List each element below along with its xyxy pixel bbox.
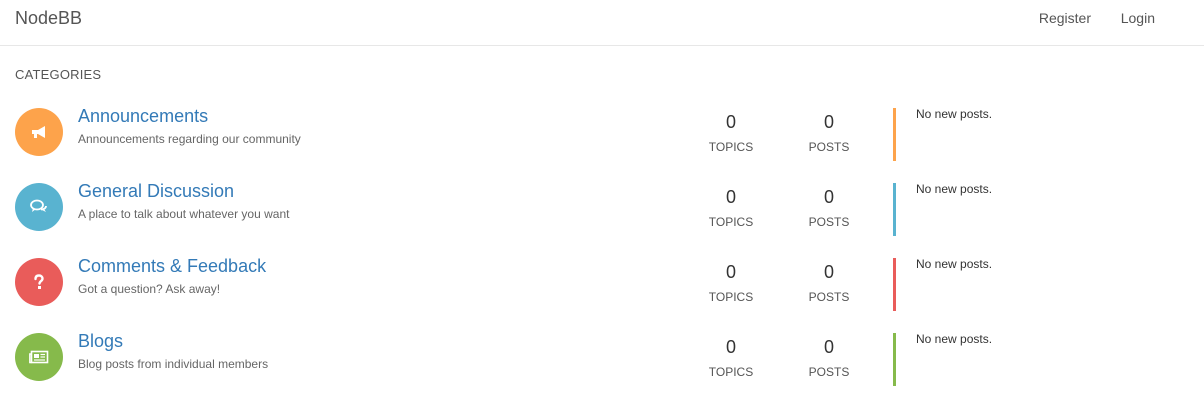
- topics-count: 0: [725, 187, 736, 207]
- category-name[interactable]: Blogs: [78, 331, 123, 352]
- category-name[interactable]: Announcements: [78, 106, 208, 127]
- question-icon[interactable]: [15, 258, 63, 306]
- teaser-text: No new posts.: [916, 182, 993, 196]
- category-description: A place to talk about whatever you want: [78, 207, 290, 221]
- posts-stat: 0 POSTS: [789, 112, 869, 154]
- category-row: Announcements Announcements regarding ou…: [0, 104, 1204, 179]
- posts-count: 0: [823, 262, 834, 282]
- bullhorn-icon[interactable]: [15, 108, 63, 156]
- teaser-bar: [893, 183, 896, 236]
- posts-stat: 0 POSTS: [789, 262, 869, 304]
- topics-stat: 0 TOPICS: [691, 262, 771, 304]
- category-row: Blogs Blog posts from individual members…: [0, 329, 1204, 404]
- topics-label: TOPICS: [708, 290, 754, 304]
- posts-stat: 0 POSTS: [789, 337, 869, 379]
- posts-count: 0: [823, 187, 834, 207]
- category-description: Announcements regarding our community: [78, 132, 301, 146]
- newspaper-icon[interactable]: [15, 333, 63, 381]
- topics-label: TOPICS: [708, 365, 754, 379]
- posts-count: 0: [823, 337, 834, 357]
- posts-label: POSTS: [808, 140, 850, 154]
- section-title: CATEGORIES: [15, 67, 102, 82]
- teaser-bar: [893, 333, 896, 386]
- topics-stat: 0 TOPICS: [691, 337, 771, 379]
- teaser-text: No new posts.: [916, 332, 993, 346]
- category-row: General Discussion A place to talk about…: [0, 179, 1204, 254]
- posts-label: POSTS: [808, 365, 850, 379]
- topics-stat: 0 TOPICS: [691, 187, 771, 229]
- posts-label: POSTS: [808, 290, 850, 304]
- navbar: NodeBB Register Login: [0, 0, 1204, 46]
- topics-count: 0: [725, 262, 736, 282]
- topics-count: 0: [725, 112, 736, 132]
- topics-count: 0: [725, 337, 736, 357]
- comments-icon[interactable]: [15, 183, 63, 231]
- category-row: Comments & Feedback Got a question? Ask …: [0, 254, 1204, 329]
- brand-link[interactable]: NodeBB: [15, 8, 82, 29]
- topics-label: TOPICS: [708, 140, 754, 154]
- register-link[interactable]: Register: [1039, 10, 1091, 26]
- category-description: Got a question? Ask away!: [78, 282, 221, 296]
- category-name[interactable]: Comments & Feedback: [78, 256, 266, 277]
- teaser-text: No new posts.: [916, 257, 993, 271]
- teaser-text: No new posts.: [916, 107, 993, 121]
- posts-count: 0: [823, 112, 834, 132]
- login-link[interactable]: Login: [1121, 10, 1155, 26]
- topics-stat: 0 TOPICS: [691, 112, 771, 154]
- category-name[interactable]: General Discussion: [78, 181, 234, 202]
- teaser-bar: [893, 108, 896, 161]
- category-description: Blog posts from individual members: [78, 357, 269, 371]
- topics-label: TOPICS: [708, 215, 754, 229]
- posts-stat: 0 POSTS: [789, 187, 869, 229]
- category-list: Announcements Announcements regarding ou…: [0, 104, 1204, 404]
- teaser-bar: [893, 258, 896, 311]
- posts-label: POSTS: [808, 215, 850, 229]
